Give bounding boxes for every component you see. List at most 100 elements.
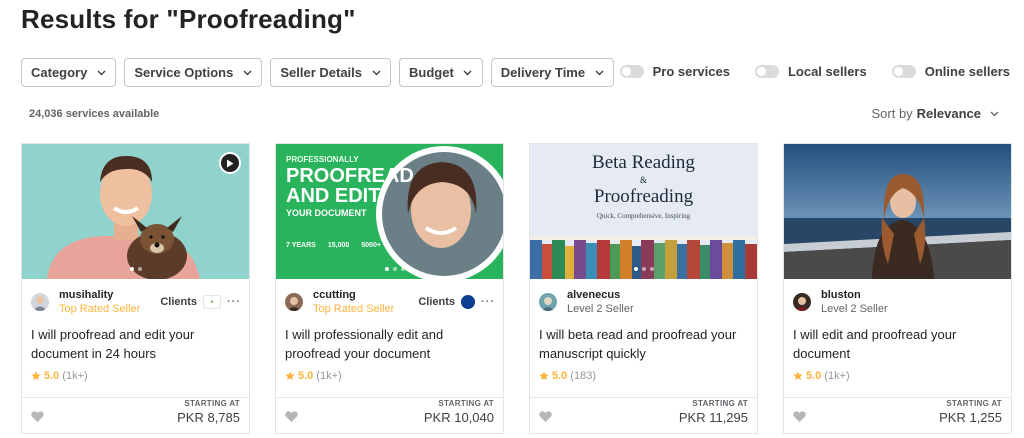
gig-footer: STARTING AT PKR 1,255: [784, 397, 1011, 433]
filter-category[interactable]: Category: [21, 58, 117, 87]
gig-title[interactable]: I will proofread and edit your document …: [31, 325, 241, 363]
stat: 7 YEARS: [286, 242, 316, 249]
thumb-line: Quick, Comprehensive, Inspiring: [596, 212, 691, 220]
gig-thumbnail[interactable]: Beta Reading & Proofreading Quick, Compr…: [530, 144, 757, 279]
filter-service-options[interactable]: Service Options: [124, 58, 263, 87]
stat: 5000+: [361, 242, 381, 249]
heart-icon[interactable]: [31, 410, 44, 423]
seller-name[interactable]: ccutting: [313, 289, 356, 301]
gig-footer: STARTING AT PKR 8,785: [22, 397, 249, 433]
toggle-switch[interactable]: [754, 65, 779, 78]
toggle-pro-services[interactable]: Pro services: [619, 64, 730, 79]
gig-title[interactable]: I will beta read and proofread your manu…: [539, 325, 749, 363]
more-options-icon[interactable]: ···: [227, 296, 241, 308]
gig-rating: 5.0 (1k+): [285, 370, 342, 382]
carousel-dots[interactable]: [632, 267, 656, 271]
rating-count: (1k+): [316, 370, 342, 382]
clients-label: Clients: [418, 296, 455, 308]
thumb-line: YOUR DOCUMENT: [286, 208, 367, 218]
sort-dropdown[interactable]: Sort by Relevance: [871, 106, 999, 121]
seller-name[interactable]: bluston: [821, 289, 861, 301]
gig-price: PKR 11,295: [678, 410, 748, 425]
toggle-switch[interactable]: [619, 65, 644, 78]
clients-label: Clients: [160, 296, 197, 308]
thumb-line: AND EDIT: [286, 185, 381, 207]
rating-count: (1k+): [824, 370, 850, 382]
gig-price: PKR 8,785: [177, 410, 240, 425]
thumb-line: PROFESSIONALLY: [286, 155, 359, 164]
gig-thumbnail[interactable]: PROFESSIONALLY PROOFREAD AND EDIT YOUR D…: [276, 144, 503, 279]
avatar[interactable]: [285, 293, 303, 311]
thumbnail-text: Beta Reading & Proofreading Quick, Compr…: [530, 152, 757, 220]
clients-badge[interactable]: Clients ● ···: [160, 295, 241, 309]
seller-info: ccutting Top Rated Seller Clients ···: [285, 287, 495, 317]
gig-footer: STARTING AT PKR 10,040: [276, 397, 503, 433]
star-icon: [285, 371, 295, 380]
star-icon: [539, 371, 549, 380]
gig-card[interactable]: Beta Reading & Proofreading Quick, Compr…: [529, 143, 758, 434]
starting-at-label: STARTING AT: [184, 399, 240, 408]
rating-score: 5.0: [806, 370, 822, 382]
seller-info: bluston Level 2 Seller: [793, 287, 1003, 317]
thumb-line: Proofreading: [593, 186, 694, 207]
client-logo-icon: ●: [203, 295, 221, 309]
gig-footer: STARTING AT PKR 11,295: [530, 397, 757, 433]
heart-icon[interactable]: [539, 410, 552, 423]
toggle-label: Local sellers: [787, 64, 867, 79]
gig-rating: 5.0 (183): [539, 370, 596, 382]
sort-value: Relevance: [916, 106, 981, 121]
carousel-dots[interactable]: [128, 267, 144, 271]
rating-count: (183): [570, 370, 596, 382]
thumbnail-stats: 7 YEARS 15,000 5000+: [286, 242, 381, 249]
heart-icon[interactable]: [285, 410, 298, 423]
sort-label: Sort by: [871, 106, 913, 121]
thumb-line: &: [639, 175, 647, 185]
filter-label: Budget: [409, 65, 454, 80]
seller-name[interactable]: alvenecus: [567, 289, 620, 301]
avatar[interactable]: [539, 293, 557, 311]
gig-card[interactable]: musihality Top Rated Seller Clients ● ··…: [21, 143, 250, 434]
filter-bar: Category Service Options Seller Details …: [21, 58, 622, 87]
gig-thumbnail[interactable]: [22, 144, 249, 279]
more-options-icon[interactable]: ···: [481, 296, 495, 308]
rating-count: (1k+): [62, 370, 88, 382]
gig-card[interactable]: bluston Level 2 Seller I will edit and p…: [783, 143, 1012, 434]
client-logo-icon: [461, 295, 475, 309]
seller-level: Level 2 Seller: [567, 303, 634, 315]
filter-label: Category: [31, 65, 88, 80]
toggle-label: Online sellers: [924, 64, 1010, 79]
toggle-switch[interactable]: [891, 65, 916, 78]
gig-rating: 5.0 (1k+): [793, 370, 850, 382]
page-title: Results for "Proofreading": [21, 4, 356, 34]
gig-thumbnail[interactable]: [784, 144, 1011, 279]
starting-at-label: STARTING AT: [438, 399, 494, 408]
thumbnail-image: [784, 144, 1011, 279]
carousel-dots[interactable]: [383, 267, 407, 271]
thumb-line: PROOFREAD: [286, 165, 414, 187]
thumbnail-text: PROFESSIONALLY PROOFREAD AND EDIT YOUR D…: [286, 156, 414, 218]
starting-at-label: STARTING AT: [692, 399, 748, 408]
stat: 15,000: [327, 242, 350, 249]
gig-card[interactable]: PROFESSIONALLY PROOFREAD AND EDIT YOUR D…: [275, 143, 504, 434]
chevron-down-icon: [96, 68, 106, 78]
seller-name[interactable]: musihality: [59, 289, 113, 301]
gig-title[interactable]: I will edit and proofread your document: [793, 325, 1003, 363]
clients-badge[interactable]: Clients ···: [418, 295, 495, 309]
avatar[interactable]: [31, 293, 49, 311]
play-icon[interactable]: [219, 152, 241, 174]
filter-budget[interactable]: Budget: [399, 58, 483, 87]
thumb-line: Beta Reading: [592, 152, 695, 173]
seller-info: musihality Top Rated Seller Clients ● ··…: [31, 287, 241, 317]
toggle-local-sellers[interactable]: Local sellers: [754, 64, 867, 79]
toggle-online-sellers[interactable]: Online sellers: [891, 64, 1010, 79]
rating-score: 5.0: [298, 370, 314, 382]
seller-level: Top Rated Seller: [313, 303, 395, 315]
toggle-group: Pro services Local sellers Online seller…: [595, 64, 1010, 79]
heart-icon[interactable]: [793, 410, 806, 423]
star-icon: [793, 371, 803, 380]
chevron-down-icon: [242, 68, 252, 78]
avatar[interactable]: [793, 293, 811, 311]
gig-rating: 5.0 (1k+): [31, 370, 88, 382]
filter-seller-details[interactable]: Seller Details: [270, 58, 391, 87]
gig-title[interactable]: I will professionally edit and proofread…: [285, 325, 495, 363]
